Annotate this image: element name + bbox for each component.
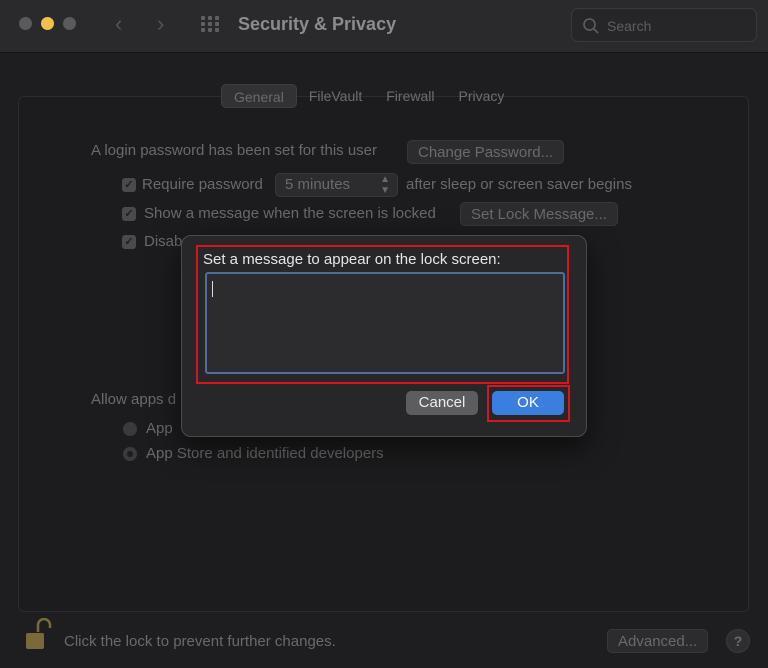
tab-filevault[interactable]: FileVault [297,84,374,108]
disable-auto-login-label: Disab [144,233,183,250]
zoom-window-button[interactable] [63,17,76,30]
show-all-grid-icon[interactable] [201,16,221,32]
tab-privacy[interactable]: Privacy [446,84,516,108]
show-message-label: Show a message when the screen is locked [144,205,436,222]
search-placeholder: Search [607,18,652,34]
require-password-delay-value: 5 minutes [285,176,351,193]
require-password-label: Require password [142,176,263,193]
help-button[interactable]: ? [726,629,750,653]
highlight-box-ok [487,385,570,422]
tab-firewall[interactable]: Firewall [374,84,446,108]
window-title: Security & Privacy [238,14,397,34]
title-bar: ‹ › Security & Privacy Search [0,0,768,53]
tab-general[interactable]: General [221,84,297,108]
close-window-button[interactable] [19,17,32,30]
login-password-text: A login password has been set for this u… [91,142,377,159]
minimize-window-button[interactable] [41,17,54,30]
forward-button[interactable]: › [157,12,164,36]
require-password-checkbox[interactable]: ✓ [122,178,136,192]
back-button[interactable]: ‹ [115,12,122,36]
app-store-label: App [146,420,173,437]
app-store-radio[interactable] [123,422,137,436]
disable-auto-login-checkbox[interactable]: ✓ [122,235,136,249]
allow-apps-label: Allow apps d [91,391,177,408]
require-password-delay-select[interactable]: 5 minutes ▲ ▼ [275,173,398,197]
search-input[interactable]: Search [571,8,757,42]
set-lock-message-button[interactable]: Set Lock Message... [460,202,618,226]
lock-instruction-text: Click the lock to prevent further change… [64,633,336,650]
cancel-button[interactable]: Cancel [406,391,478,415]
search-icon [583,18,599,34]
unlocked-padlock-icon[interactable] [24,618,52,652]
tab-bar: General FileVault Firewall Privacy [221,84,516,108]
highlight-box-message [196,245,569,384]
app-store-identified-radio[interactable] [123,447,137,461]
app-store-identified-label: App Store and identified developers [146,445,384,462]
after-sleep-text: after sleep or screen saver begins [406,176,632,193]
advanced-button[interactable]: Advanced... [607,629,709,653]
show-message-checkbox[interactable]: ✓ [122,207,136,221]
chevron-updown-icon: ▲ ▼ [380,174,390,196]
change-password-button[interactable]: Change Password... [407,140,565,164]
